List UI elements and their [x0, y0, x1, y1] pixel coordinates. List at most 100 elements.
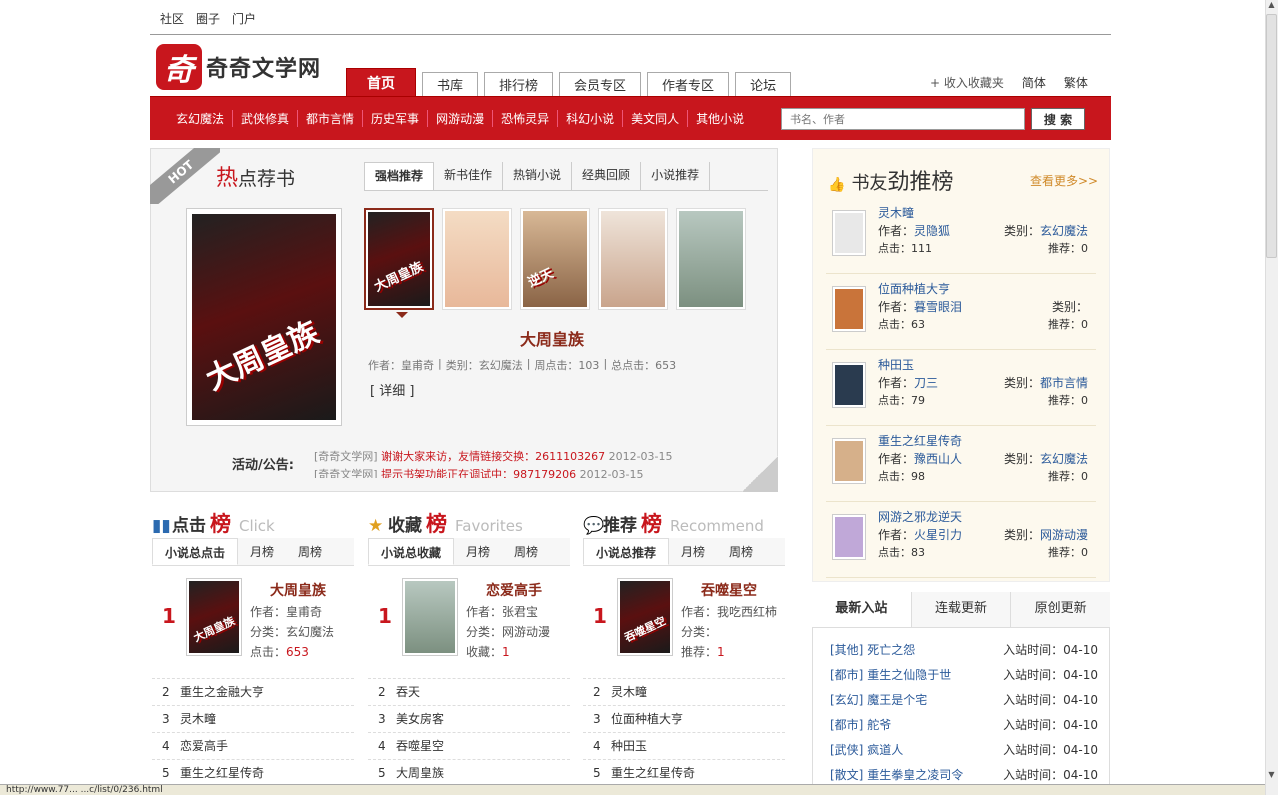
- scrollbar-thumb[interactable]: [1266, 14, 1277, 258]
- newest-title[interactable]: [其他] 死亡之怨: [830, 638, 915, 663]
- list-item[interactable]: 5 重生之红星传奇: [583, 759, 785, 786]
- rank-cover[interactable]: [402, 578, 458, 656]
- category-link[interactable]: 历史军事: [362, 110, 427, 127]
- list-item[interactable]: 网游之邪龙逆天 作者：火星引力 类别：网游动漫 点击：83 推荐：0: [826, 502, 1096, 578]
- book-thumbnail[interactable]: 大周皇族: [364, 208, 434, 310]
- site-logo[interactable]: 奇 奇奇文学网: [156, 44, 336, 90]
- book-cover[interactable]: [832, 286, 866, 332]
- nav-utility-link[interactable]: 繁体: [1064, 74, 1088, 91]
- list-item[interactable]: 5 大周皇族: [368, 759, 570, 786]
- book-title[interactable]: 灵木疃: [878, 204, 914, 221]
- book-cover[interactable]: [832, 362, 866, 408]
- newest-tab[interactable]: 原创更新: [1010, 592, 1110, 627]
- category-name[interactable]: 玄幻魔法: [1040, 224, 1088, 238]
- list-item[interactable]: [都市] 舵爷 入站时间：04-10: [830, 713, 1098, 738]
- category-link[interactable]: 其他小说: [687, 110, 752, 127]
- newest-title[interactable]: [玄幻] 魔王是个宅: [830, 688, 927, 713]
- list-item[interactable]: 重生之红星传奇 作者：豫西山人 类别：玄幻魔法 点击：98 推荐：0: [826, 426, 1096, 502]
- nav-tab[interactable]: 首页: [346, 68, 416, 96]
- rank-cover[interactable]: 吞噬星空: [617, 578, 673, 656]
- hot-tab[interactable]: 新书佳作: [434, 162, 504, 190]
- book-cover[interactable]: [832, 438, 866, 484]
- newest-title[interactable]: [武侠] 疯道人: [830, 738, 903, 763]
- search-button[interactable]: 搜 索: [1031, 108, 1085, 130]
- category-link[interactable]: 玄幻魔法: [176, 110, 232, 127]
- rank-tab[interactable]: 月榜: [669, 538, 717, 565]
- rank-tab[interactable]: 月榜: [238, 538, 286, 565]
- rank-book-title[interactable]: 恋爱高手: [486, 580, 542, 600]
- top-link[interactable]: 社区: [160, 10, 184, 27]
- list-item[interactable]: 3 位面种植大亨: [583, 705, 785, 732]
- nav-tab[interactable]: 会员专区: [559, 72, 642, 96]
- search-input[interactable]: [781, 108, 1025, 130]
- featured-book-cover[interactable]: 大周皇族: [186, 208, 342, 426]
- list-item[interactable]: [其他] 死亡之怨 入站时间：04-10: [830, 638, 1098, 663]
- list-item[interactable]: 3 灵木疃: [152, 705, 354, 732]
- rank-tab[interactable]: 小说总推荐: [583, 538, 670, 565]
- rank-tab[interactable]: 周榜: [502, 538, 550, 565]
- list-item[interactable]: 4 恋爱高手: [152, 732, 354, 759]
- rank-tab[interactable]: 周榜: [286, 538, 334, 565]
- author-name[interactable]: 豫西山人: [914, 452, 962, 466]
- hot-tab[interactable]: 小说推荐: [641, 162, 711, 190]
- rank-top-item[interactable]: 1 大周皇族 大周皇族 作者：皇甫奇 分类：玄幻魔法 点击：653: [152, 566, 354, 678]
- category-link[interactable]: 恐怖灵异: [492, 110, 557, 127]
- book-thumbnail[interactable]: 逆天: [520, 208, 590, 310]
- scroll-down-icon[interactable]: ▼: [1266, 770, 1277, 782]
- newest-title[interactable]: [都市] 舵爷: [830, 713, 891, 738]
- list-item[interactable]: 灵木疃 作者：灵隐狐 类别：玄幻魔法 点击：111 推荐：0: [826, 198, 1096, 274]
- author-name[interactable]: 火星引力: [914, 528, 962, 542]
- notice-item[interactable]: [奇奇文学网] 提示书架功能正在调试中：987179206 2012-03-15: [314, 466, 714, 478]
- list-item[interactable]: [玄幻] 魔王是个宅 入站时间：04-10: [830, 688, 1098, 713]
- book-thumbnail[interactable]: [442, 208, 512, 310]
- nav-tab[interactable]: 作者专区: [647, 72, 730, 96]
- list-item[interactable]: 2 灵木疃: [583, 678, 785, 705]
- book-title[interactable]: 重生之红星传奇: [878, 432, 962, 449]
- newest-tab[interactable]: 连载更新: [910, 592, 1011, 627]
- category-link[interactable]: 科幻小说: [557, 110, 622, 127]
- nav-tab[interactable]: 书库: [422, 72, 479, 96]
- book-title[interactable]: 位面种植大亨: [878, 280, 950, 297]
- hot-tab[interactable]: 经典回顾: [572, 162, 642, 190]
- rank-tab[interactable]: 月榜: [454, 538, 502, 565]
- category-link[interactable]: 网游动漫: [427, 110, 492, 127]
- book-thumbnail[interactable]: [598, 208, 668, 310]
- author-name[interactable]: 刀三: [914, 376, 938, 390]
- list-item[interactable]: 3 美女房客: [368, 705, 570, 732]
- rank-tab[interactable]: 小说总点击: [152, 538, 239, 565]
- rank-top-item[interactable]: 1 吞噬星空 吞噬星空 作者：我吃西红柿 分类： 推荐：1: [583, 566, 785, 678]
- featured-book-title[interactable]: 大周皇族: [520, 326, 584, 350]
- category-name[interactable]: 都市言情: [1040, 376, 1088, 390]
- list-item[interactable]: 4 种田玉: [583, 732, 785, 759]
- book-thumbnail[interactable]: [676, 208, 746, 310]
- category-name[interactable]: 网游动漫: [1040, 528, 1088, 542]
- book-title[interactable]: 网游之邪龙逆天: [878, 508, 962, 525]
- nav-tab[interactable]: 排行榜: [484, 72, 554, 96]
- detail-link[interactable]: [ 详细 ]: [370, 380, 414, 399]
- list-item[interactable]: [武侠] 疯道人 入站时间：04-10: [830, 738, 1098, 763]
- rank-cover[interactable]: 大周皇族: [186, 578, 242, 656]
- hot-tab[interactable]: 热销小说: [503, 162, 573, 190]
- list-item[interactable]: 种田玉 作者：刀三 类别：都市言情 点击：79 推荐：0: [826, 350, 1096, 426]
- newest-title[interactable]: [都市] 重生之仙隐于世: [830, 663, 951, 688]
- view-more-link[interactable]: 查看更多>>: [1030, 172, 1098, 189]
- list-item[interactable]: [都市] 重生之仙隐于世 入站时间：04-10: [830, 663, 1098, 688]
- nav-tab[interactable]: 论坛: [735, 72, 792, 96]
- category-link[interactable]: 武侠修真: [232, 110, 297, 127]
- book-title[interactable]: 种田玉: [878, 356, 914, 373]
- top-link[interactable]: 圈子: [196, 10, 220, 27]
- nav-utility-link[interactable]: 简体: [1022, 74, 1046, 91]
- list-item[interactable]: 位面种植大亨 作者：暮雪眼泪 类别： 点击：63 推荐：0: [826, 274, 1096, 350]
- scroll-up-icon[interactable]: ▲: [1266, 0, 1277, 12]
- top-link[interactable]: 门户: [232, 10, 256, 27]
- list-item[interactable]: 2 重生之金融大亨: [152, 678, 354, 705]
- author-name[interactable]: 灵隐狐: [914, 224, 950, 238]
- rank-top-item[interactable]: 1 恋爱高手 作者：张君宝 分类：网游动漫 收藏：1: [368, 566, 570, 678]
- author-name[interactable]: 暮雪眼泪: [914, 300, 962, 314]
- category-name[interactable]: 玄幻魔法: [1040, 452, 1088, 466]
- list-item[interactable]: 2 吞天: [368, 678, 570, 705]
- notice-item[interactable]: [奇奇文学网] 谢谢大家来访，友情链接交换：2611103267 2012-03…: [314, 448, 714, 466]
- list-item[interactable]: 5 重生之红星传奇: [152, 759, 354, 786]
- list-item[interactable]: 4 吞噬星空: [368, 732, 570, 759]
- nav-utility-link[interactable]: + 收入收藏夹: [930, 74, 1004, 91]
